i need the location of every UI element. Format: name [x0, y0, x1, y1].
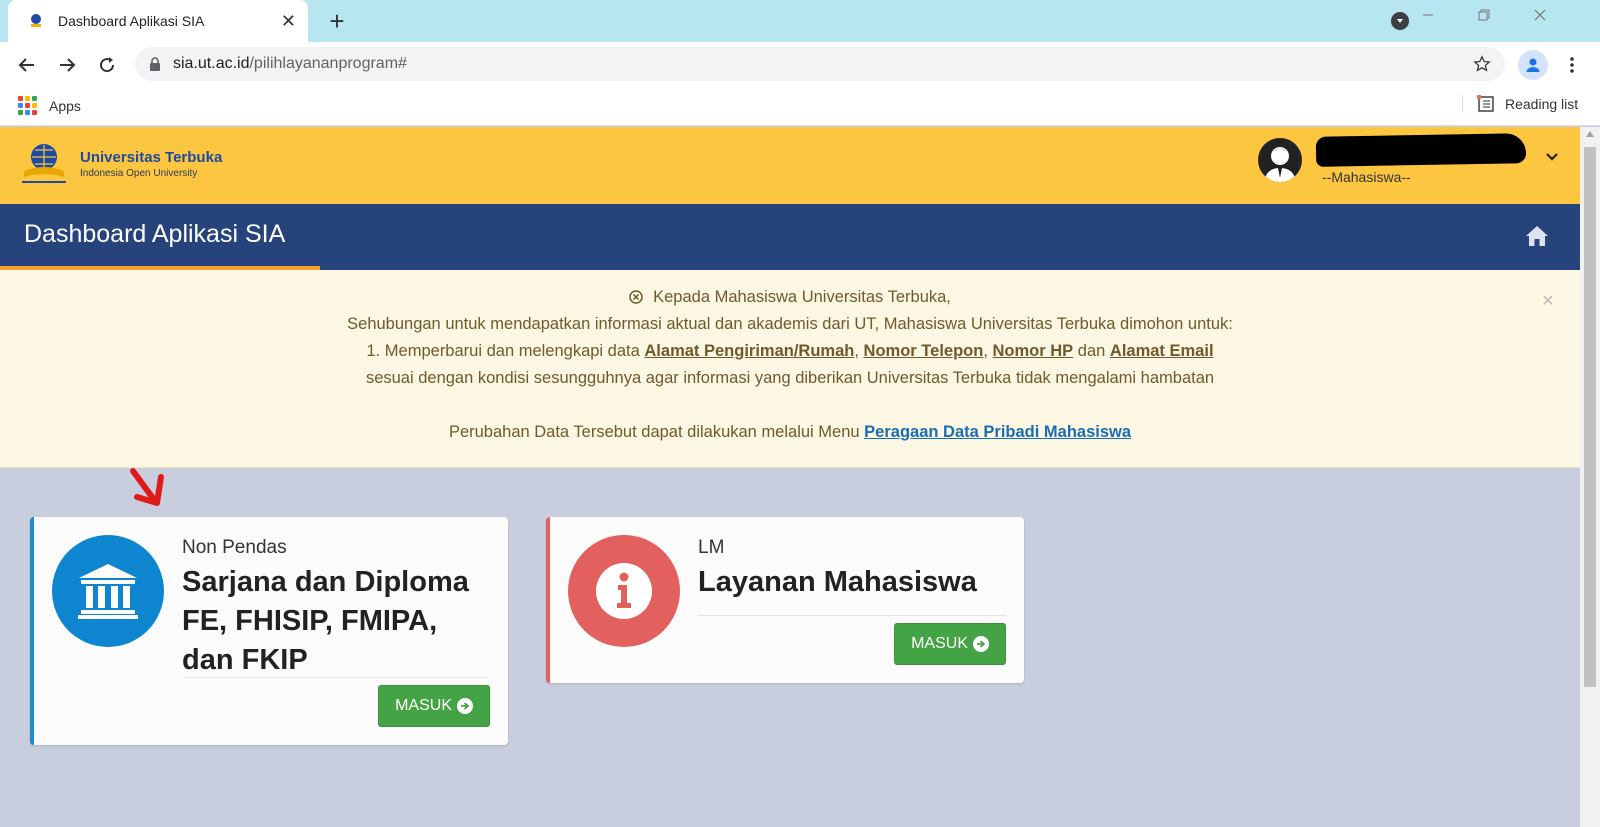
reading-list-icon: [1477, 95, 1495, 113]
address-bar[interactable]: sia.ut.ac.id/pilihlayananprogram#: [135, 47, 1505, 81]
logo-name: Universitas Terbuka: [80, 149, 223, 166]
url-path: /pilihlayananprogram#: [249, 55, 407, 72]
reading-list-button[interactable]: Reading list: [1462, 95, 1578, 113]
home-icon[interactable]: [1524, 224, 1550, 248]
program-card-non-pendas: Non Pendas Sarjana dan Diploma FE, FHISI…: [30, 517, 508, 745]
new-tab-button[interactable]: +: [322, 6, 352, 36]
tab-search-icon[interactable]: [1391, 12, 1409, 30]
alert-change-line: Perubahan Data Tersebut dapat dilakukan …: [0, 423, 1580, 442]
logo-subtitle: Indonesia Open University: [80, 168, 198, 179]
alert-sep2: ,: [983, 342, 988, 360]
card-kicker: LM: [698, 537, 725, 558]
alert-greeting-line: Kepada Mahasiswa Universitas Terbuka,: [0, 288, 1580, 307]
window-close-icon[interactable]: [1520, 8, 1560, 27]
redacted-user-name: [1315, 133, 1527, 167]
apps-grid-icon: [18, 96, 37, 115]
alert-dismiss-button[interactable]: ×: [1542, 290, 1554, 313]
reading-list-label: Reading list: [1505, 96, 1579, 112]
browser-tab[interactable]: Dashboard Aplikasi SIA ✕: [8, 0, 308, 42]
alert-and: dan: [1077, 342, 1106, 360]
lock-icon[interactable]: [149, 57, 161, 71]
masuk-button-non-pendas[interactable]: MASUK: [378, 685, 490, 727]
alert-item-line: 1. Memperbarui dan melengkapi data Alama…: [0, 342, 1580, 361]
scroll-up-arrow-icon[interactable]: [1586, 131, 1594, 137]
user-role: --Mahasiswa--: [1322, 169, 1411, 185]
scrollbar-thumb[interactable]: [1584, 147, 1596, 687]
masuk-button-layanan-mahasiswa[interactable]: MASUK: [894, 623, 1006, 665]
link-email[interactable]: Alamat Email: [1110, 342, 1214, 360]
page-viewport: Universitas Terbuka Indonesia Open Unive…: [0, 127, 1580, 827]
card-headline: Layanan Mahasiswa: [698, 566, 977, 598]
red-arrow-annotation-icon: [130, 468, 164, 506]
masuk-label: MASUK: [395, 697, 452, 714]
page-scrollbar[interactable]: [1580, 127, 1600, 827]
site-header: Universitas Terbuka Indonesia Open Unive…: [0, 127, 1580, 204]
restore-icon[interactable]: [1464, 8, 1504, 27]
card-divider: [182, 677, 490, 678]
card-kicker: Non Pendas: [182, 537, 287, 558]
browser-tab-strip: Dashboard Aplikasi SIA ✕ +: [0, 0, 1600, 42]
site-favicon-icon: [26, 11, 46, 31]
alert-item-prefix: 1. Memperbarui dan melengkapi data: [366, 342, 640, 360]
apps-label: Apps: [49, 97, 81, 114]
alert-intro: Sehubungan untuk mendapatkan informasi a…: [347, 315, 1233, 333]
apps-shortcut[interactable]: Apps: [18, 96, 81, 115]
back-arrow-icon[interactable]: [12, 50, 42, 80]
arrow-circle-right-icon: [457, 698, 473, 714]
link-personal-data[interactable]: Peragaan Data Pribadi Mahasiswa: [864, 423, 1131, 441]
alert-greeting: Kepada Mahasiswa Universitas Terbuka,: [653, 288, 951, 306]
ut-logo[interactable]: Universitas Terbuka Indonesia Open Unive…: [18, 141, 222, 187]
user-silhouette-icon: [1264, 147, 1296, 182]
url-text: sia.ut.ac.id/pilihlayananprogram#: [173, 55, 1473, 73]
user-avatar: [1258, 138, 1302, 182]
link-address[interactable]: Alamat Pengiriman/Rumah: [644, 342, 854, 360]
alert-close-circle-icon: [629, 290, 643, 304]
bookmarks-bar: Apps Reading list: [0, 88, 1600, 126]
reload-icon[interactable]: [92, 50, 122, 80]
card-headline: Sarjana dan Diploma FE, FHISIP, FMIPA, d…: [182, 566, 469, 676]
kebab-menu-icon[interactable]: [1562, 50, 1582, 80]
program-card-layanan-mahasiswa: LM Layanan Mahasiswa MASUK: [546, 517, 1024, 683]
tab-close-icon[interactable]: ✕: [281, 11, 296, 32]
bookmark-star-icon[interactable]: [1473, 55, 1491, 73]
chevron-down-icon[interactable]: [1542, 147, 1562, 167]
notice-alert: Kepada Mahasiswa Universitas Terbuka, Se…: [0, 270, 1580, 468]
masuk-label: MASUK: [911, 635, 968, 652]
forward-arrow-icon[interactable]: [52, 50, 82, 80]
link-phone[interactable]: Nomor Telepon: [864, 342, 984, 360]
alert-change-prefix: Perubahan Data Tersebut dapat dilakukan …: [448, 423, 860, 441]
user-menu[interactable]: --Mahasiswa--: [1258, 133, 1527, 185]
arrow-circle-right-icon: [973, 636, 989, 652]
bank-icon: [52, 535, 164, 647]
page-title-bar: Dashboard Aplikasi SIA: [0, 204, 1580, 270]
card-divider: [698, 615, 1006, 616]
page-title: Dashboard Aplikasi SIA: [24, 220, 286, 248]
info-icon: [568, 535, 680, 647]
profile-avatar-icon[interactable]: [1518, 50, 1548, 80]
ut-emblem-icon: [22, 144, 66, 183]
minimize-icon[interactable]: [1408, 8, 1448, 27]
alert-sep1: ,: [854, 342, 859, 360]
alert-condition: sesuai dengan kondisi sesungguhnya agar …: [365, 369, 1215, 387]
url-host: sia.ut.ac.id: [173, 55, 250, 72]
browser-toolbar: sia.ut.ac.id/pilihlayananprogram#: [0, 42, 1600, 88]
tab-title: Dashboard Aplikasi SIA: [58, 13, 205, 29]
link-hp[interactable]: Nomor HP: [993, 342, 1074, 360]
